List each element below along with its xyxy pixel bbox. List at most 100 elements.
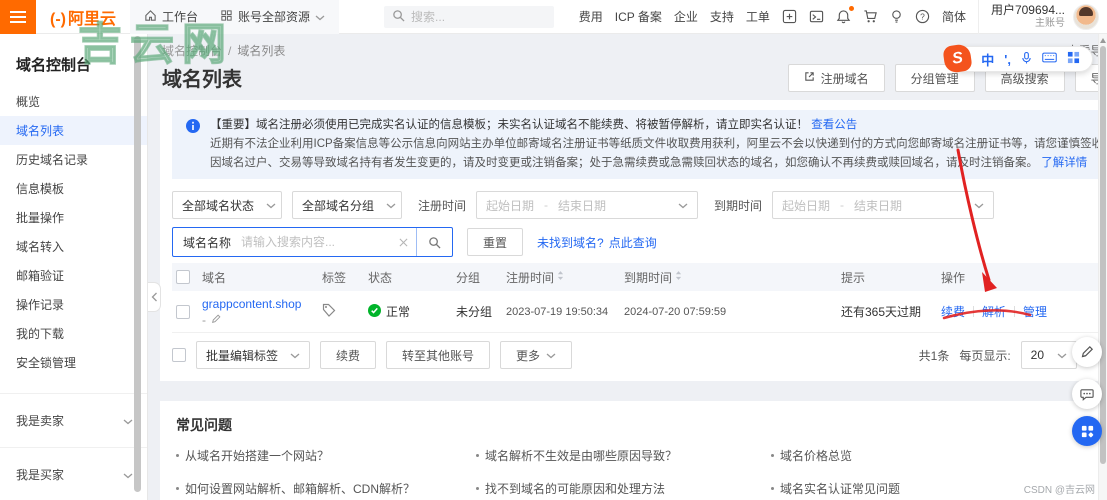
sidebar-item-downloads[interactable]: 我的下载 xyxy=(0,319,147,348)
clear-icon[interactable] xyxy=(399,238,408,247)
faq-link[interactable]: 找不到域名的可能原因和处理方法 xyxy=(476,480,771,497)
sidebar-item-info-template[interactable]: 信息模板 xyxy=(0,174,147,203)
microphone-icon[interactable] xyxy=(1021,51,1032,68)
faq-link[interactable]: 域名价格总览 xyxy=(771,447,1107,464)
sidebar-item-transfer-in[interactable]: 域名转入 xyxy=(0,232,147,261)
row-checkbox[interactable] xyxy=(176,304,190,319)
lightbulb-icon[interactable] xyxy=(890,9,903,24)
search-row: 域名名称 重置 未找到域名? 点此查询 xyxy=(172,227,1107,257)
faq-link[interactable]: 如何设置网站解析、邮箱解析、CDN解析？ xyxy=(176,480,476,497)
renew-link[interactable]: 续费 xyxy=(941,303,965,320)
ime-toolbox-icon[interactable] xyxy=(1067,51,1080,67)
total-count: 共1条 xyxy=(918,348,950,363)
workbench-link[interactable]: 工作台 xyxy=(144,8,198,25)
reg-time-range-picker[interactable]: 起始日期 - 结束日期 xyxy=(476,191,699,219)
chevron-down-icon xyxy=(290,348,300,362)
aliyun-logo[interactable]: (-) 阿里云 xyxy=(50,5,116,29)
topnav-icp[interactable]: ICP 备案 xyxy=(615,8,662,25)
sidebar-scrollbar[interactable] xyxy=(134,36,141,492)
feedback-pencil-button[interactable] xyxy=(1072,337,1102,367)
learn-more-link[interactable]: 了解详情 xyxy=(1041,157,1087,169)
chat-support-button[interactable] xyxy=(1072,379,1102,409)
topnav-expenses[interactable]: 费用 xyxy=(579,8,603,25)
user-account[interactable]: 用户709694... 主账号 xyxy=(977,0,1107,34)
sidebar-item-domain-list[interactable]: 域名列表 xyxy=(0,116,147,145)
domain-search-input[interactable] xyxy=(241,235,392,249)
info-icon xyxy=(186,119,200,133)
reg-time-label: 注册时间 xyxy=(418,198,467,213)
svg-text:?: ? xyxy=(920,11,925,21)
sort-icon[interactable] xyxy=(557,270,564,284)
query-here-link[interactable]: 点此查询 xyxy=(609,234,657,251)
global-search-field[interactable] xyxy=(411,9,537,24)
batch-renew-button[interactable]: 续费 xyxy=(320,341,377,369)
ime-mode-toggle[interactable]: 中 xyxy=(981,50,994,69)
expire-time-range-picker[interactable]: 起始日期 - 结束日期 xyxy=(772,191,995,219)
bell-icon[interactable] xyxy=(836,6,854,24)
user-name: 用户709694... xyxy=(990,2,1065,17)
faq-link[interactable]: 域名解析不生效是由哪些原因导致？ xyxy=(476,447,771,464)
sidebar-item-email-verify[interactable]: 邮箱验证 xyxy=(0,261,147,290)
topnav-enterprise[interactable]: 企业 xyxy=(674,8,698,25)
notice-line1: 【重要】域名注册必须使用已完成实名认证的信息模板；未实名认证域名不能续费、将被暂… xyxy=(210,119,808,131)
sidebar-item-batch-ops[interactable]: 批量操作 xyxy=(0,203,147,232)
manage-link[interactable]: 管理 xyxy=(1023,303,1047,320)
hamburger-menu-button[interactable] xyxy=(0,0,36,34)
scrollbar-up-arrow[interactable] xyxy=(1100,38,1106,43)
ime-punctuation-toggle[interactable]: ', xyxy=(1004,52,1011,67)
sidebar-item-security-lock[interactable]: 安全锁管理 xyxy=(0,348,147,377)
faq-card: 常见问题 从域名开始搭建一个网站？ 域名解析不生效是由哪些原因导致？ 域名价格总… xyxy=(160,401,1107,500)
edit-icon[interactable] xyxy=(211,313,221,327)
more-dropdown[interactable]: 更多 xyxy=(500,341,573,369)
console-apps-icon[interactable] xyxy=(782,9,797,24)
search-button[interactable] xyxy=(416,228,452,256)
batch-edit-tags-dropdown[interactable]: 批量编辑标签 xyxy=(196,341,311,369)
register-domain-button[interactable]: 注册域名 xyxy=(787,64,885,92)
cart-icon[interactable] xyxy=(863,9,878,24)
sidebar-group-buyer[interactable]: 我是买家 xyxy=(0,447,147,500)
global-search-input[interactable] xyxy=(384,5,555,28)
batch-actions-row: 批量编辑标签 续费 转至其他账号 更多 共1条 每页显示: 20 1 xyxy=(172,341,1107,371)
domain-status-select[interactable]: 全部域名状态 xyxy=(172,191,282,219)
transfer-account-button[interactable]: 转至其他账号 xyxy=(386,341,491,369)
domain-not-found-text[interactable]: 未找到域名? xyxy=(537,234,604,251)
mini-apps-button[interactable] xyxy=(1072,416,1102,446)
faq-link[interactable]: 从域名开始搭建一个网站？ xyxy=(176,447,476,464)
sidebar-item-overview[interactable]: 概览 xyxy=(0,87,147,116)
topbar: (-) 阿里云 工作台 账号全部资源 费用 ICP 备案 企业 支持 工单 ? … xyxy=(0,0,1107,34)
breadcrumb-parent[interactable]: 域名控制台 xyxy=(162,42,222,59)
reg-time-cell: 2023-07-19 19:50:34 xyxy=(506,305,609,318)
resources-dropdown[interactable]: 账号全部资源 xyxy=(220,8,325,25)
app-body: 域名控制台 概览 域名列表 历史域名记录 信息模板 批量操作 域名转入 邮箱验证… xyxy=(0,34,1107,500)
chevron-down-icon xyxy=(123,468,133,482)
select-all-checkbox[interactable] xyxy=(176,270,190,284)
domain-group-select[interactable]: 全部域名分组 xyxy=(292,191,402,219)
language-switch[interactable]: 简体 xyxy=(942,8,966,25)
sidebar-collapse-handle[interactable] xyxy=(148,282,161,312)
reset-button[interactable]: 重置 xyxy=(467,228,524,256)
topnav-support[interactable]: 支持 xyxy=(710,8,734,25)
per-page-select[interactable]: 20 xyxy=(1020,341,1077,369)
table-header: 域名 标签 状态 分组 注册时间 到期时间 提示 操作 xyxy=(172,263,1107,291)
chevron-down-icon xyxy=(678,198,688,212)
batch-select-checkbox[interactable] xyxy=(172,348,186,362)
scrollbar-thumb[interactable] xyxy=(1100,46,1106,464)
view-announcement-link[interactable]: 查看公告 xyxy=(811,119,857,131)
sidebar-item-op-records[interactable]: 操作记录 xyxy=(0,290,147,319)
divider xyxy=(973,306,975,317)
sidebar-item-history[interactable]: 历史域名记录 xyxy=(0,145,147,174)
help-icon[interactable]: ? xyxy=(915,9,930,24)
terminal-icon[interactable] xyxy=(809,9,824,24)
domain-link[interactable]: grappcontent.shop xyxy=(202,297,301,311)
home-icon xyxy=(144,9,157,25)
sogou-ime-bar[interactable]: S 中 ', xyxy=(942,43,1093,74)
sort-icon[interactable] xyxy=(675,270,682,284)
chevron-down-icon xyxy=(974,198,984,212)
tag-icon[interactable] xyxy=(322,303,336,320)
avatar[interactable] xyxy=(1073,3,1099,30)
domain-table: 域名 标签 状态 分组 注册时间 到期时间 提示 操作 grappcontent… xyxy=(172,263,1107,333)
sidebar-group-seller[interactable]: 我是卖家 xyxy=(0,393,147,447)
topnav-tickets[interactable]: 工单 xyxy=(746,8,770,25)
dns-resolve-link[interactable]: 解析 xyxy=(982,303,1006,320)
keyboard-icon[interactable] xyxy=(1042,52,1057,66)
